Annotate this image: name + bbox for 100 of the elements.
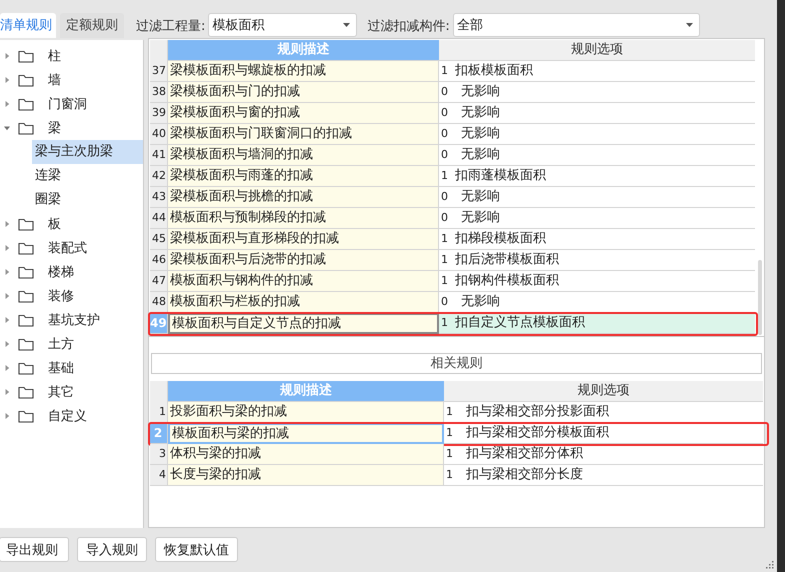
tree-item[interactable]: 楼梯	[0, 260, 143, 284]
row-number: 38	[150, 82, 168, 103]
table-cell[interactable]: 0 无影响	[439, 145, 755, 166]
expander-icon[interactable]	[4, 316, 10, 324]
filter-label: 过滤工程量:	[136, 18, 206, 35]
tree-item[interactable]: 门窗洞	[0, 92, 143, 116]
folder-icon	[18, 410, 34, 422]
table-cell[interactable]: 1 扣与梁相交部分体积	[444, 444, 763, 465]
action-button[interactable]: 导入规则	[77, 537, 147, 562]
folder-icon	[18, 242, 34, 254]
table-cell[interactable]: 0 无影响	[439, 208, 755, 229]
folder-icon	[18, 314, 34, 326]
table-cell[interactable]: 1 扣后浇带模板面积	[439, 250, 755, 271]
tree-item[interactable]: 土方	[0, 332, 143, 356]
table-cell: 体积与梁的扣减	[168, 444, 444, 465]
expander-icon[interactable]	[4, 52, 10, 60]
folder-icon	[18, 218, 34, 230]
column-header: 规则选项	[439, 40, 755, 61]
table-cell[interactable]: 0 无影响	[439, 187, 755, 208]
tree-item[interactable]: 基础	[0, 356, 143, 380]
row-number: 49	[150, 313, 168, 334]
folder-icon	[18, 338, 34, 350]
expander-icon[interactable]	[4, 76, 10, 84]
row-number: 43	[150, 187, 168, 208]
row-number: 4	[150, 465, 168, 486]
table-cell[interactable]: 1 扣与梁相交部分模板面积	[444, 423, 763, 444]
expander-icon[interactable]	[4, 124, 10, 132]
table-cell[interactable]: 1 扣与梁相交部分投影面积	[444, 402, 763, 423]
row-number: 37	[150, 61, 168, 82]
row-number: 1	[150, 402, 168, 423]
table-cell[interactable]: 0 无影响	[439, 82, 755, 103]
expander-icon[interactable]	[4, 100, 10, 108]
row-number: 46	[150, 250, 168, 271]
filter-dropdown[interactable]: 全部	[452, 13, 700, 37]
folder-icon	[18, 74, 34, 86]
table-cell[interactable]: 1 扣与梁相交部分长度	[444, 465, 763, 486]
folder-icon	[18, 290, 34, 302]
action-button[interactable]: 导出规则	[0, 537, 69, 562]
tree-item[interactable]: 装配式	[0, 236, 143, 260]
table-cell: 模板面积与栏板的扣减	[168, 292, 439, 313]
scrollbar-thumb[interactable]	[758, 260, 762, 335]
folder-icon	[18, 50, 34, 62]
row-number: 41	[150, 145, 168, 166]
expander-icon[interactable]	[4, 244, 10, 252]
table-cell: 梁模板面积与直形梯段的扣减	[168, 229, 439, 250]
table-cell[interactable]: 1 扣钢构件模板面积	[439, 271, 755, 292]
folder-icon	[18, 362, 34, 374]
row-number: 40	[150, 124, 168, 145]
resize-grip-icon[interactable]	[765, 560, 774, 569]
expander-icon[interactable]	[4, 340, 10, 348]
row-number: 48	[150, 292, 168, 313]
row-number: 3	[150, 444, 168, 465]
table-cell: 模板面积与预制梯段的扣减	[168, 208, 439, 229]
action-button[interactable]: 恢复默认值	[155, 537, 238, 562]
expander-icon[interactable]	[4, 388, 10, 396]
tab[interactable]: 清单规则	[0, 13, 56, 38]
tree-item[interactable]: 墙	[0, 68, 143, 92]
expander-icon[interactable]	[4, 268, 10, 276]
expander-icon[interactable]	[4, 292, 10, 300]
table-cell[interactable]: 1 扣自定义节点模板面积	[439, 313, 755, 334]
table-cell: 模板面积与自定义节点的扣减	[168, 313, 439, 334]
expander-icon[interactable]	[4, 220, 10, 228]
row-number: 45	[150, 229, 168, 250]
tree-item[interactable]: 自定义	[0, 404, 143, 428]
tree-item[interactable]: 圈梁	[32, 188, 143, 212]
table-cell: 梁模板面积与挑檐的扣减	[168, 187, 439, 208]
tree-item[interactable]: 板	[0, 212, 143, 236]
row-number: 42	[150, 166, 168, 187]
filter-dropdown[interactable]: 模板面积	[208, 13, 358, 37]
table-cell: 梁模板面积与螺旋板的扣减	[168, 61, 439, 82]
row-number: 44	[150, 208, 168, 229]
folder-icon	[18, 122, 34, 134]
tree-item[interactable]: 基坑支护	[0, 308, 143, 332]
folder-icon	[18, 386, 34, 398]
table-cell[interactable]: 1 扣板模板面积	[439, 61, 755, 82]
table-cell[interactable]: 0 无影响	[439, 103, 755, 124]
tab[interactable]: 定额规则	[60, 13, 124, 38]
table-cell[interactable]: 1 扣雨蓬模板面积	[439, 166, 755, 187]
table-cell[interactable]: 0 无影响	[439, 124, 755, 145]
row-number: 39	[150, 103, 168, 124]
column-header: 规则描述	[168, 381, 444, 402]
table-cell: 投影面积与梁的扣减	[168, 402, 444, 423]
table-cell[interactable]: 1 扣梯段模板面积	[439, 229, 755, 250]
tree-item[interactable]: 梁	[0, 116, 143, 140]
column-header: 规则描述	[168, 40, 439, 61]
tree-item[interactable]: 柱	[0, 44, 143, 68]
table-cell: 模板面积与梁的扣减	[168, 423, 444, 444]
table-cell[interactable]: 0 无影响	[439, 292, 755, 313]
tree-item[interactable]: 连梁	[32, 164, 143, 188]
expander-icon[interactable]	[4, 364, 10, 372]
table-cell: 梁模板面积与窗的扣减	[168, 103, 439, 124]
caret-icon	[686, 23, 693, 27]
table-cell: 梁模板面积与雨蓬的扣减	[168, 166, 439, 187]
tree-item[interactable]: 其它	[0, 380, 143, 404]
table-cell: 模板面积与钢构件的扣减	[168, 271, 439, 292]
expander-icon[interactable]	[4, 412, 10, 420]
tree-item[interactable]: 装修	[0, 284, 143, 308]
filter-label: 过滤扣减构件:	[367, 18, 450, 35]
tree-item[interactable]: 梁与主次肋梁	[32, 140, 143, 164]
caret-icon	[343, 23, 350, 27]
